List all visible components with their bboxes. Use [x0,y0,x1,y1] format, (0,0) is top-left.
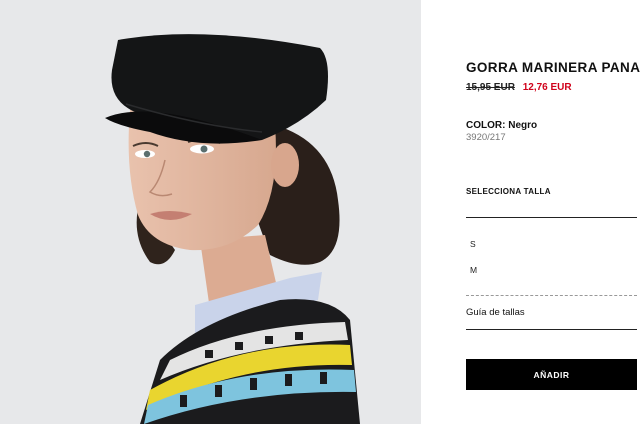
size-selector-label: SELECCIONA TALLA [466,187,551,196]
divider [466,329,637,330]
sale-price: 12,76 EUR [522,82,572,93]
product-title: GORRA MARINERA PANA [466,60,640,75]
size-guide-link[interactable]: Guía de tallas [466,307,525,318]
color-label: COLOR: Negro [466,120,538,131]
original-price: 15,95 EUR [466,82,515,93]
product-reference: 3920/217 [466,132,506,143]
divider [466,217,637,218]
model-illustration [0,0,421,424]
product-photo [0,0,421,424]
size-option-s[interactable]: S [470,239,476,249]
divider-dashed [466,295,637,296]
size-option-m[interactable]: M [470,265,477,275]
price-row: 15,95 EUR 12,76 EUR [466,82,572,93]
add-to-cart-button[interactable]: AÑADIR [466,359,637,390]
product-info-panel: GORRA MARINERA PANA 15,95 EUR 12,76 EUR … [421,0,640,424]
